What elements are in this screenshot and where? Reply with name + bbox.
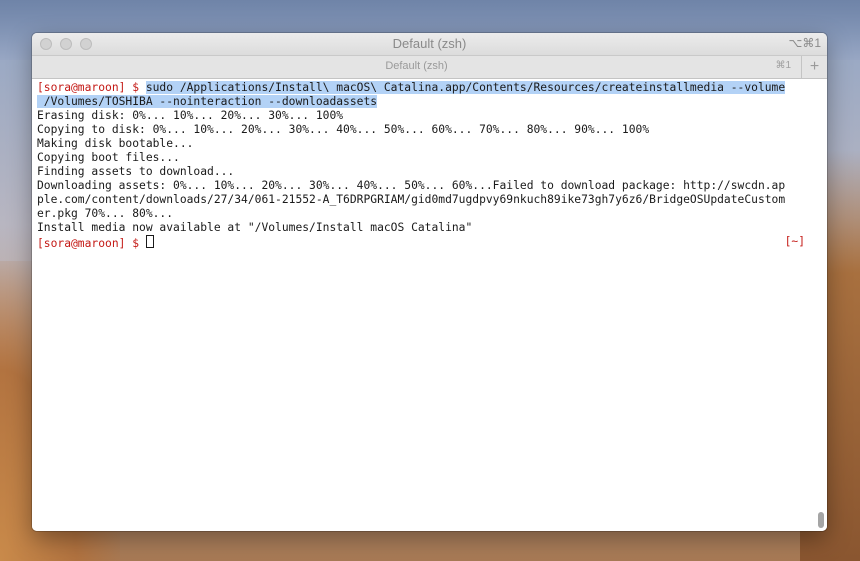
prompt: [sora@maroon] $ <box>37 237 146 250</box>
output-line: Copying to disk: 0%... 10%... 20%... 30%… <box>37 123 650 136</box>
output-line: Making disk bootable... <box>37 137 194 150</box>
output-line: Finding assets to download... <box>37 165 235 178</box>
window-title: Default (zsh) <box>392 36 467 51</box>
new-tab-button[interactable]: + <box>802 56 827 78</box>
output-line: Copying boot files... <box>37 151 180 164</box>
output-line: er.pkg 70%... 80%... <box>37 207 174 220</box>
final-prompt-line: [sora@maroon] $ [~] <box>37 235 809 250</box>
output-line: Erasing disk: 0%... 10%... 20%... 30%...… <box>37 109 344 122</box>
text-cursor <box>145 235 154 248</box>
terminal-window: Default (zsh) ⌥⌘1 Default (zsh) ⌘1 + [so… <box>32 33 827 531</box>
right-prompt: [~] <box>784 235 805 248</box>
tab-label: Default (zsh) <box>385 60 448 72</box>
prompt: [sora@maroon] $ <box>37 81 146 94</box>
tab-bar: Default (zsh) ⌘1 + <box>32 56 827 79</box>
tab-shortcut: ⌘1 <box>775 60 791 71</box>
command-text-continued: /Volumes/TOSHIBA --nointeraction --downl… <box>37 95 378 108</box>
command-line-1: [sora@maroon] $ sudo /Applications/Insta… <box>37 81 809 95</box>
terminal-content[interactable]: [sora@maroon] $ sudo /Applications/Insta… <box>32 79 827 531</box>
command-line-2: /Volumes/TOSHIBA --nointeraction --downl… <box>37 95 809 109</box>
output-line: Install media now available at "/Volumes… <box>37 221 473 234</box>
scrollbar-thumb[interactable] <box>818 512 824 528</box>
output-line: Downloading assets: 0%... 10%... 20%... … <box>37 179 786 192</box>
title-bar[interactable]: Default (zsh) ⌥⌘1 <box>32 33 827 56</box>
tab-default-zsh[interactable]: Default (zsh) ⌘1 <box>32 56 802 78</box>
output-line: ple.com/content/downloads/27/34/061-2155… <box>37 193 786 206</box>
window-shortcut: ⌥⌘1 <box>788 36 821 50</box>
command-text: sudo /Applications/Install\ macOS\ Catal… <box>145 81 786 94</box>
